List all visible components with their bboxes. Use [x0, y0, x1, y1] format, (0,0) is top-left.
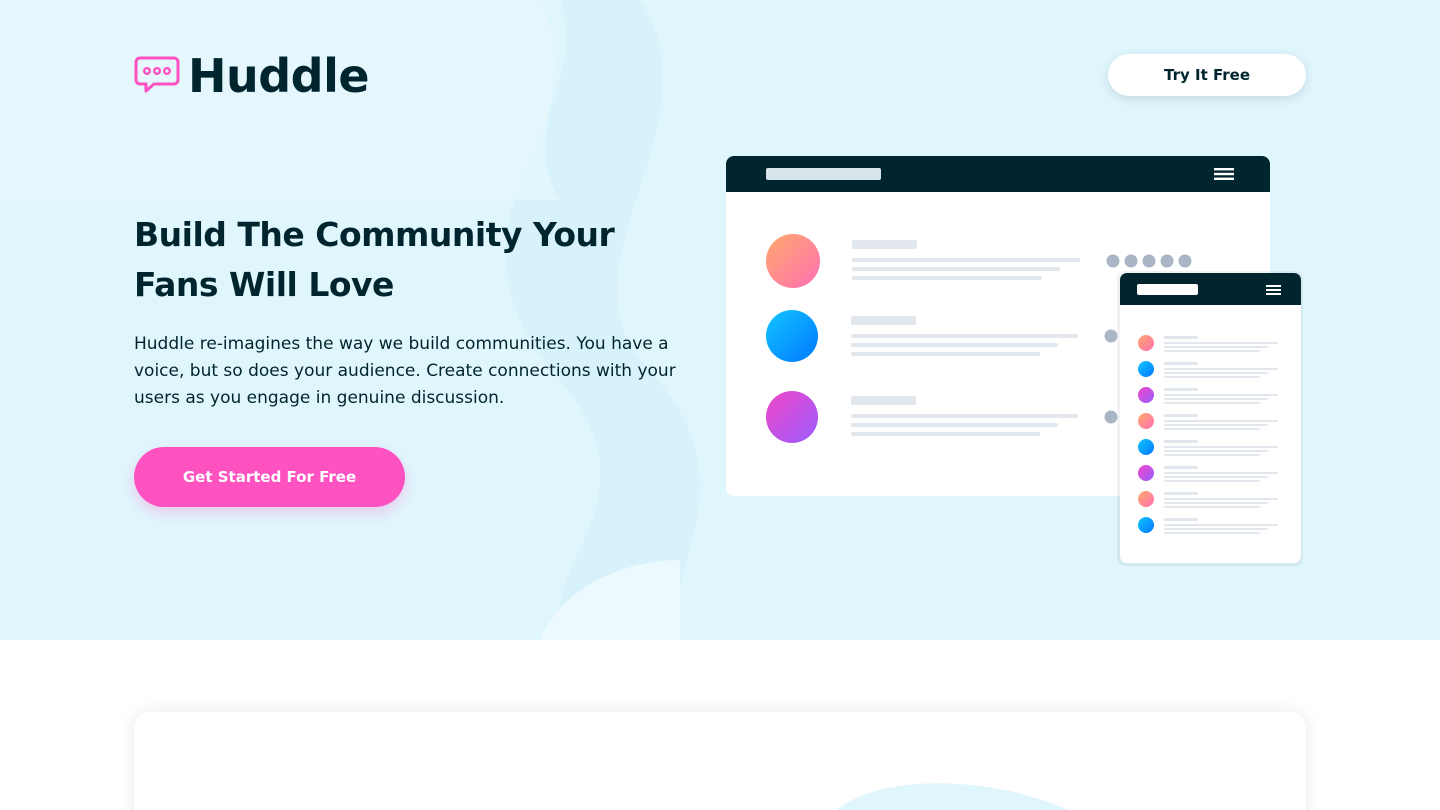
hero-headline: Build The Community Your Fans Will Love — [134, 215, 615, 304]
get-started-button[interactable]: Get Started For Free — [134, 447, 405, 507]
logo-text: Huddle — [188, 49, 370, 103]
hero-section: Huddle Try It Free Build The Community Y… — [0, 0, 1440, 640]
mobile-window-mockup — [1117, 271, 1303, 566]
hamburger-menu-icon — [1214, 168, 1234, 180]
hamburger-menu-icon — [1266, 285, 1281, 295]
speech-bubble-icon — [134, 56, 180, 93]
app-mockup-illustration — [726, 156, 1303, 566]
hero-description: Huddle re-imagines the way we build comm… — [134, 334, 676, 408]
try-it-free-button[interactable]: Try It Free — [1108, 54, 1306, 96]
feature-card — [134, 712, 1306, 810]
feature-card-illustration — [836, 783, 1069, 810]
logo[interactable]: Huddle — [134, 49, 370, 103]
